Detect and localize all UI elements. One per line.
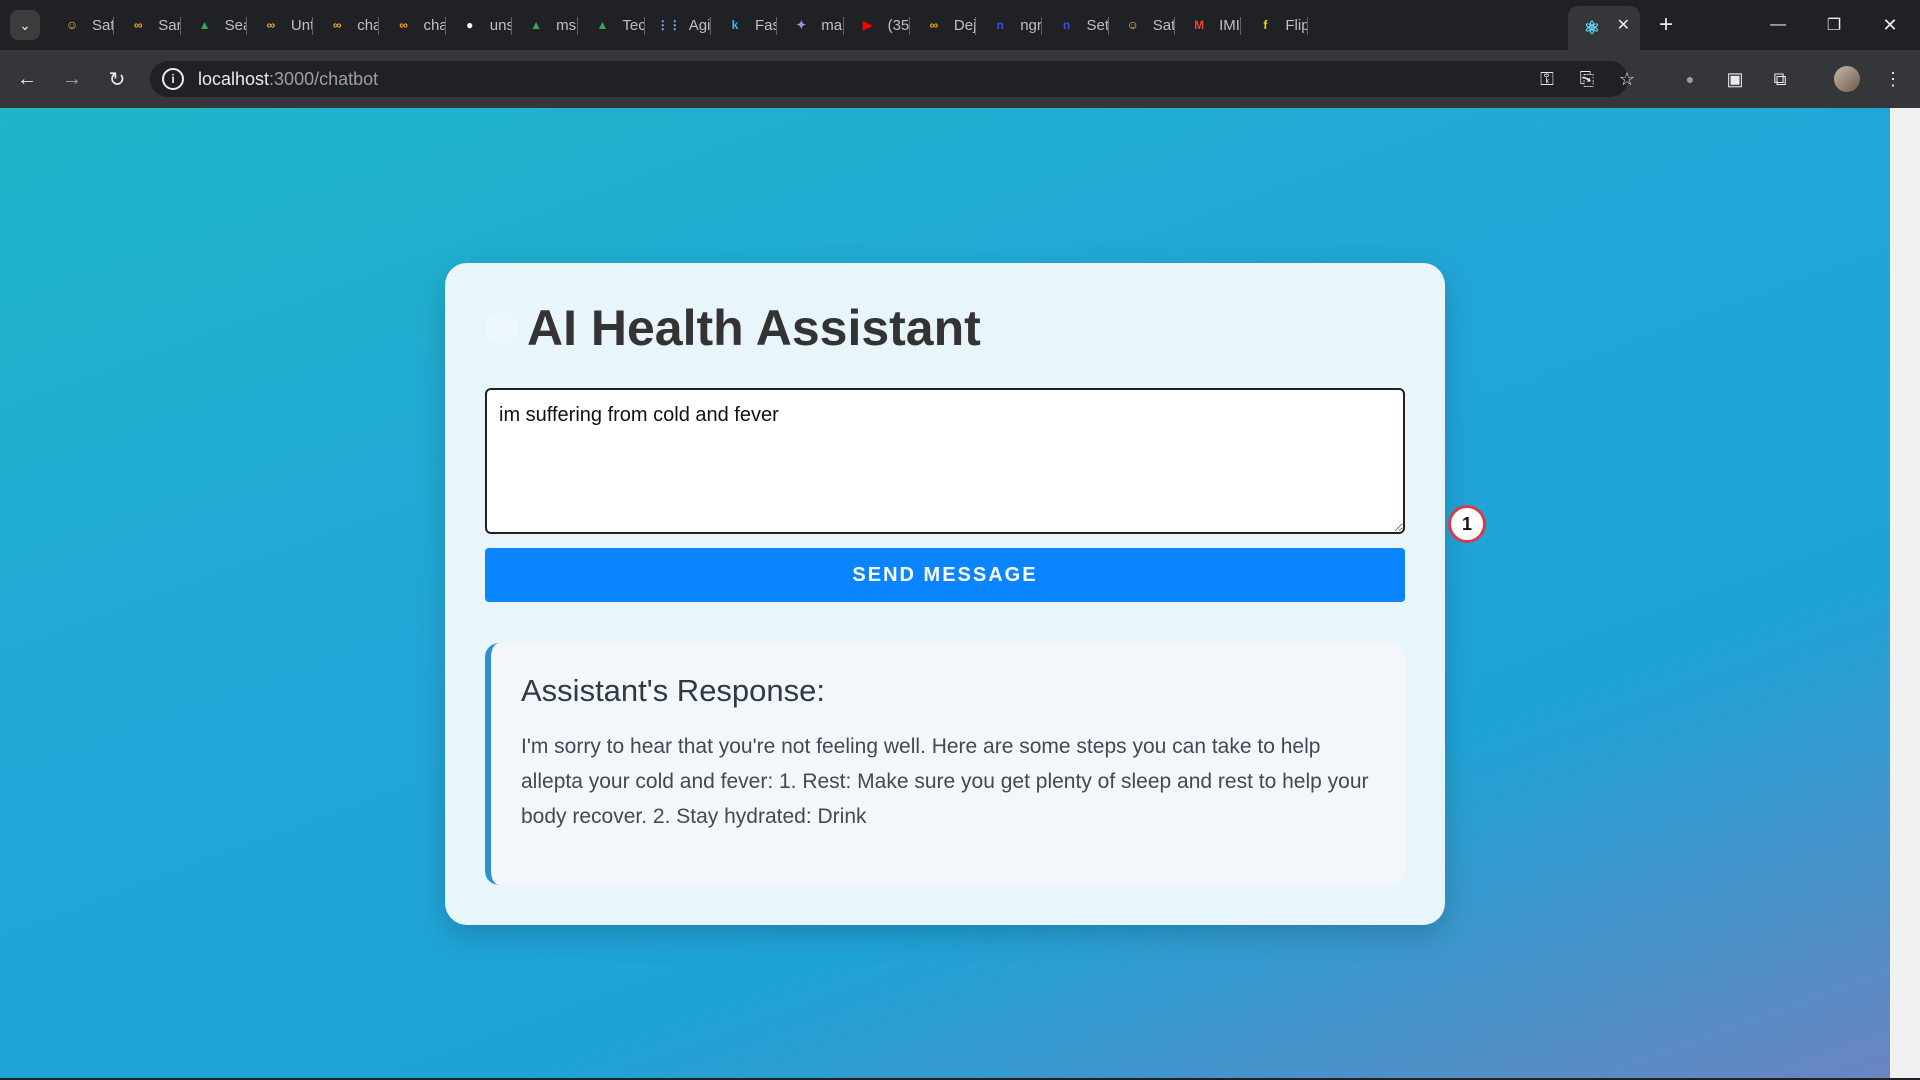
response-panel: Assistant's Response: I'm sorry to hear … — [485, 643, 1405, 885]
chat-card: AI Health Assistant im suffering from co… — [445, 263, 1445, 925]
tab-18[interactable]: f Flip — [1241, 6, 1308, 44]
tab-label: Dej — [953, 16, 977, 34]
tab-8[interactable]: ▲ Tec — [578, 6, 645, 44]
tab-11[interactable]: ✦ ma — [777, 6, 844, 44]
tab-label: Unt — [290, 16, 314, 34]
gmail-icon: M — [1194, 18, 1205, 32]
app-title: AI Health Assistant — [527, 300, 981, 356]
title-emoji-icon — [485, 311, 519, 345]
tab-12[interactable]: ▶ (35 — [844, 6, 910, 44]
tab-16[interactable]: ☺ Sat — [1109, 6, 1176, 44]
minimize-icon[interactable]: — — [1758, 8, 1798, 42]
address-bar[interactable]: i localhost:3000/chatbot — [150, 61, 1628, 97]
tab-10[interactable]: k Fas — [711, 6, 778, 44]
tab-15[interactable]: n Set — [1043, 6, 1109, 44]
response-text: I'm sorry to hear that you're not feelin… — [521, 735, 1369, 828]
url-text[interactable]: localhost:3000/chatbot — [198, 69, 378, 90]
profile-avatar[interactable] — [1834, 66, 1860, 92]
back-arrow-icon[interactable]: ← — [11, 63, 43, 95]
tab-6[interactable]: ● uns — [446, 6, 513, 44]
tab-label: Agi — [688, 16, 711, 34]
tab-0[interactable]: ☺ Sat — [48, 6, 115, 44]
tab-label: cha — [423, 16, 446, 34]
tab-label: Sat — [1152, 16, 1176, 34]
page-viewport: AI Health Assistant im suffering from co… — [0, 108, 1890, 1078]
install-app-icon[interactable]: ⎘ — [1571, 63, 1603, 95]
reading-mode-icon[interactable]: ▣ — [1719, 63, 1751, 95]
send-message-button[interactable]: SEND MESSAGE — [485, 548, 1405, 602]
tab-label: Tec — [622, 16, 645, 34]
tab-9[interactable]: ⋮⋮ Agi — [645, 6, 711, 44]
url-path: :3000/chatbot — [269, 68, 379, 89]
reload-icon[interactable]: ↻ — [101, 63, 133, 95]
infinity-icon: ∞ — [134, 18, 143, 32]
n-icon: n — [996, 18, 1004, 32]
google-drive-icon: ▲ — [198, 18, 211, 32]
message-input[interactable]: im suffering from cold and fever — [485, 388, 1405, 534]
tab-separator — [1306, 17, 1308, 35]
tab-active-chatbot[interactable]: ⚛ ✕ — [1568, 6, 1640, 50]
tab-label: cha — [357, 16, 380, 34]
github-icon: ● — [466, 18, 474, 32]
youtube-icon: ▶ — [862, 18, 873, 32]
bookmark-star-icon[interactable]: ☆ — [1611, 63, 1643, 95]
tab-label: Sat — [92, 16, 115, 34]
tab-label: IMI — [1219, 16, 1240, 34]
n-icon: n — [1062, 18, 1071, 32]
new-tab-button[interactable]: + — [1651, 10, 1681, 40]
menu-kebab-icon[interactable]: ⋮ — [1877, 63, 1909, 95]
hugging-face-icon: ☺ — [65, 18, 79, 32]
k-icon: k — [731, 18, 739, 32]
tab-label: ma — [821, 16, 843, 34]
extension-icon[interactable]: ● — [1674, 63, 1706, 95]
page-title: AI Health Assistant — [485, 299, 981, 357]
annotation-marker: 1 — [1448, 505, 1486, 543]
tab-label: Fas — [755, 16, 778, 34]
tab-5[interactable]: ∞ cha — [380, 6, 446, 44]
tab-label: ngr — [1020, 16, 1042, 34]
infinity-icon: ∞ — [266, 18, 276, 32]
tab-7[interactable]: ▲ ms — [512, 6, 579, 44]
sparkle-icon: ✦ — [796, 18, 807, 32]
react-icon: ⚛ — [1583, 17, 1601, 38]
tab-search-button[interactable]: ⌄ — [10, 10, 40, 40]
tab-14[interactable]: n ngr — [976, 6, 1043, 44]
response-title: Assistant's Response: — [521, 673, 826, 708]
google-drive-icon: ▲ — [530, 18, 543, 32]
tab-3[interactable]: ∞ Unt — [247, 6, 314, 44]
tab-label: ms — [556, 16, 577, 34]
tab-label: Flip — [1285, 16, 1308, 34]
tab-13[interactable]: ∞ Dej — [910, 6, 977, 44]
hugging-face-icon: ☺ — [1126, 18, 1139, 32]
close-tab-icon[interactable]: ✕ — [1617, 15, 1630, 35]
tab-label: Sea — [224, 16, 247, 34]
infinity-icon: ∞ — [332, 18, 342, 32]
url-host: localhost — [198, 68, 270, 89]
tab-4[interactable]: ∞ cha — [313, 6, 380, 44]
forward-arrow-icon[interactable]: → — [56, 63, 88, 95]
tab-label: Set — [1086, 16, 1109, 34]
infinity-icon: ∞ — [399, 18, 408, 32]
tab-label: uns — [489, 16, 513, 34]
page-scrollbar[interactable] — [1890, 108, 1920, 1078]
password-key-icon[interactable]: ⚿ — [1531, 63, 1563, 95]
tab-label: Sar — [158, 16, 181, 34]
tab-1[interactable]: ∞ Sar — [114, 6, 181, 44]
grid-icon: ⋮⋮ — [656, 18, 681, 32]
restore-icon[interactable]: ❐ — [1814, 8, 1854, 42]
tab-17[interactable]: M IMI — [1175, 6, 1242, 44]
flipkart-icon: f — [1263, 18, 1268, 32]
browser-toolbar: ← → ↻ i localhost:3000/chatbot ⚿ ⎘ ☆ ● ▣… — [0, 50, 1920, 108]
tab-strip: ⌄ ☺ Sat ∞ Sar ▲ Sea ∞ Unt ∞ cha ∞ cha ● uns ▲ ms ▲ Tec ⋮⋮ A… — [0, 0, 1920, 50]
chevron-down-icon: ⌄ — [19, 16, 31, 33]
tab-label: (35 — [887, 16, 910, 34]
tab-2[interactable]: ▲ Sea — [181, 6, 247, 44]
extensions-puzzle-icon[interactable]: ⧉ — [1764, 63, 1796, 95]
google-drive-icon: ▲ — [596, 18, 609, 32]
close-window-icon[interactable]: ✕ — [1870, 8, 1910, 42]
site-info-icon[interactable]: i — [162, 68, 184, 90]
infinity-icon: ∞ — [929, 18, 939, 32]
